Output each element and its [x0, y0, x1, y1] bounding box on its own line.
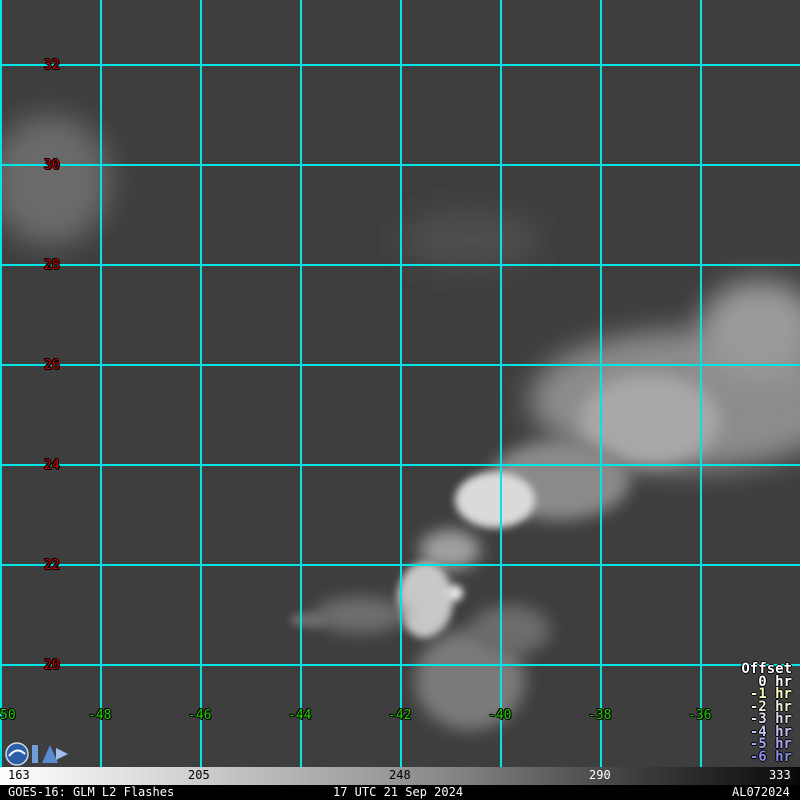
- longitude-label: -44: [288, 708, 312, 723]
- offset-legend-item: -6 hr: [749, 748, 792, 765]
- latitude-label: 24: [44, 458, 60, 473]
- noaa-cira-logo: [5, 742, 68, 766]
- cloud-patch: [290, 612, 330, 628]
- latitude-label: 28: [44, 258, 60, 273]
- longitude-label: -48: [88, 708, 112, 723]
- latitude-label: 32: [44, 58, 60, 73]
- footer-timestamp: 17 UTC 21 Sep 2024: [333, 785, 464, 799]
- cloud-patch: [400, 210, 540, 270]
- latitude-label: 26: [44, 358, 60, 373]
- cloud-patch: [455, 472, 535, 528]
- colorbar-tick: 290: [589, 768, 611, 782]
- footer-storm-id: AL072024: [732, 785, 790, 799]
- longitude-label: -46: [188, 708, 212, 723]
- cloud-patch: [447, 585, 463, 601]
- longitude-label: -40: [488, 708, 512, 723]
- satellite-imagery: [0, 0, 800, 800]
- latitude-label: 20: [44, 658, 60, 673]
- cloud-patch: [315, 597, 405, 633]
- colorbar-tick: 333: [769, 768, 791, 782]
- cloud-patch: [470, 605, 550, 655]
- longitude-label: -38: [588, 708, 612, 723]
- latitude-label: 30: [44, 158, 60, 173]
- time-offset-legend: Offset 0 hr -1 hr -2 hr -3 hr -4 hr -5 h…: [741, 662, 792, 765]
- satellite-map-viewer: 32 30 28 26 24 22 20 50 -48 -46 -44 -42 …: [0, 0, 800, 800]
- longitude-label: 50: [0, 708, 16, 723]
- longitude-label: -42: [388, 708, 412, 723]
- colorbar-tick: 163: [8, 768, 30, 782]
- longitude-label: -36: [688, 708, 712, 723]
- footer-bar: GOES-16: GLM L2 Flashes 17 UTC 21 Sep 20…: [0, 785, 800, 800]
- footer-product-label: GOES-16: GLM L2 Flashes: [8, 785, 175, 799]
- cloud-patch: [397, 562, 453, 638]
- latitude-label: 22: [44, 558, 60, 573]
- colorbar-tick: 248: [389, 768, 411, 782]
- colorbar-tick: 205: [188, 768, 210, 782]
